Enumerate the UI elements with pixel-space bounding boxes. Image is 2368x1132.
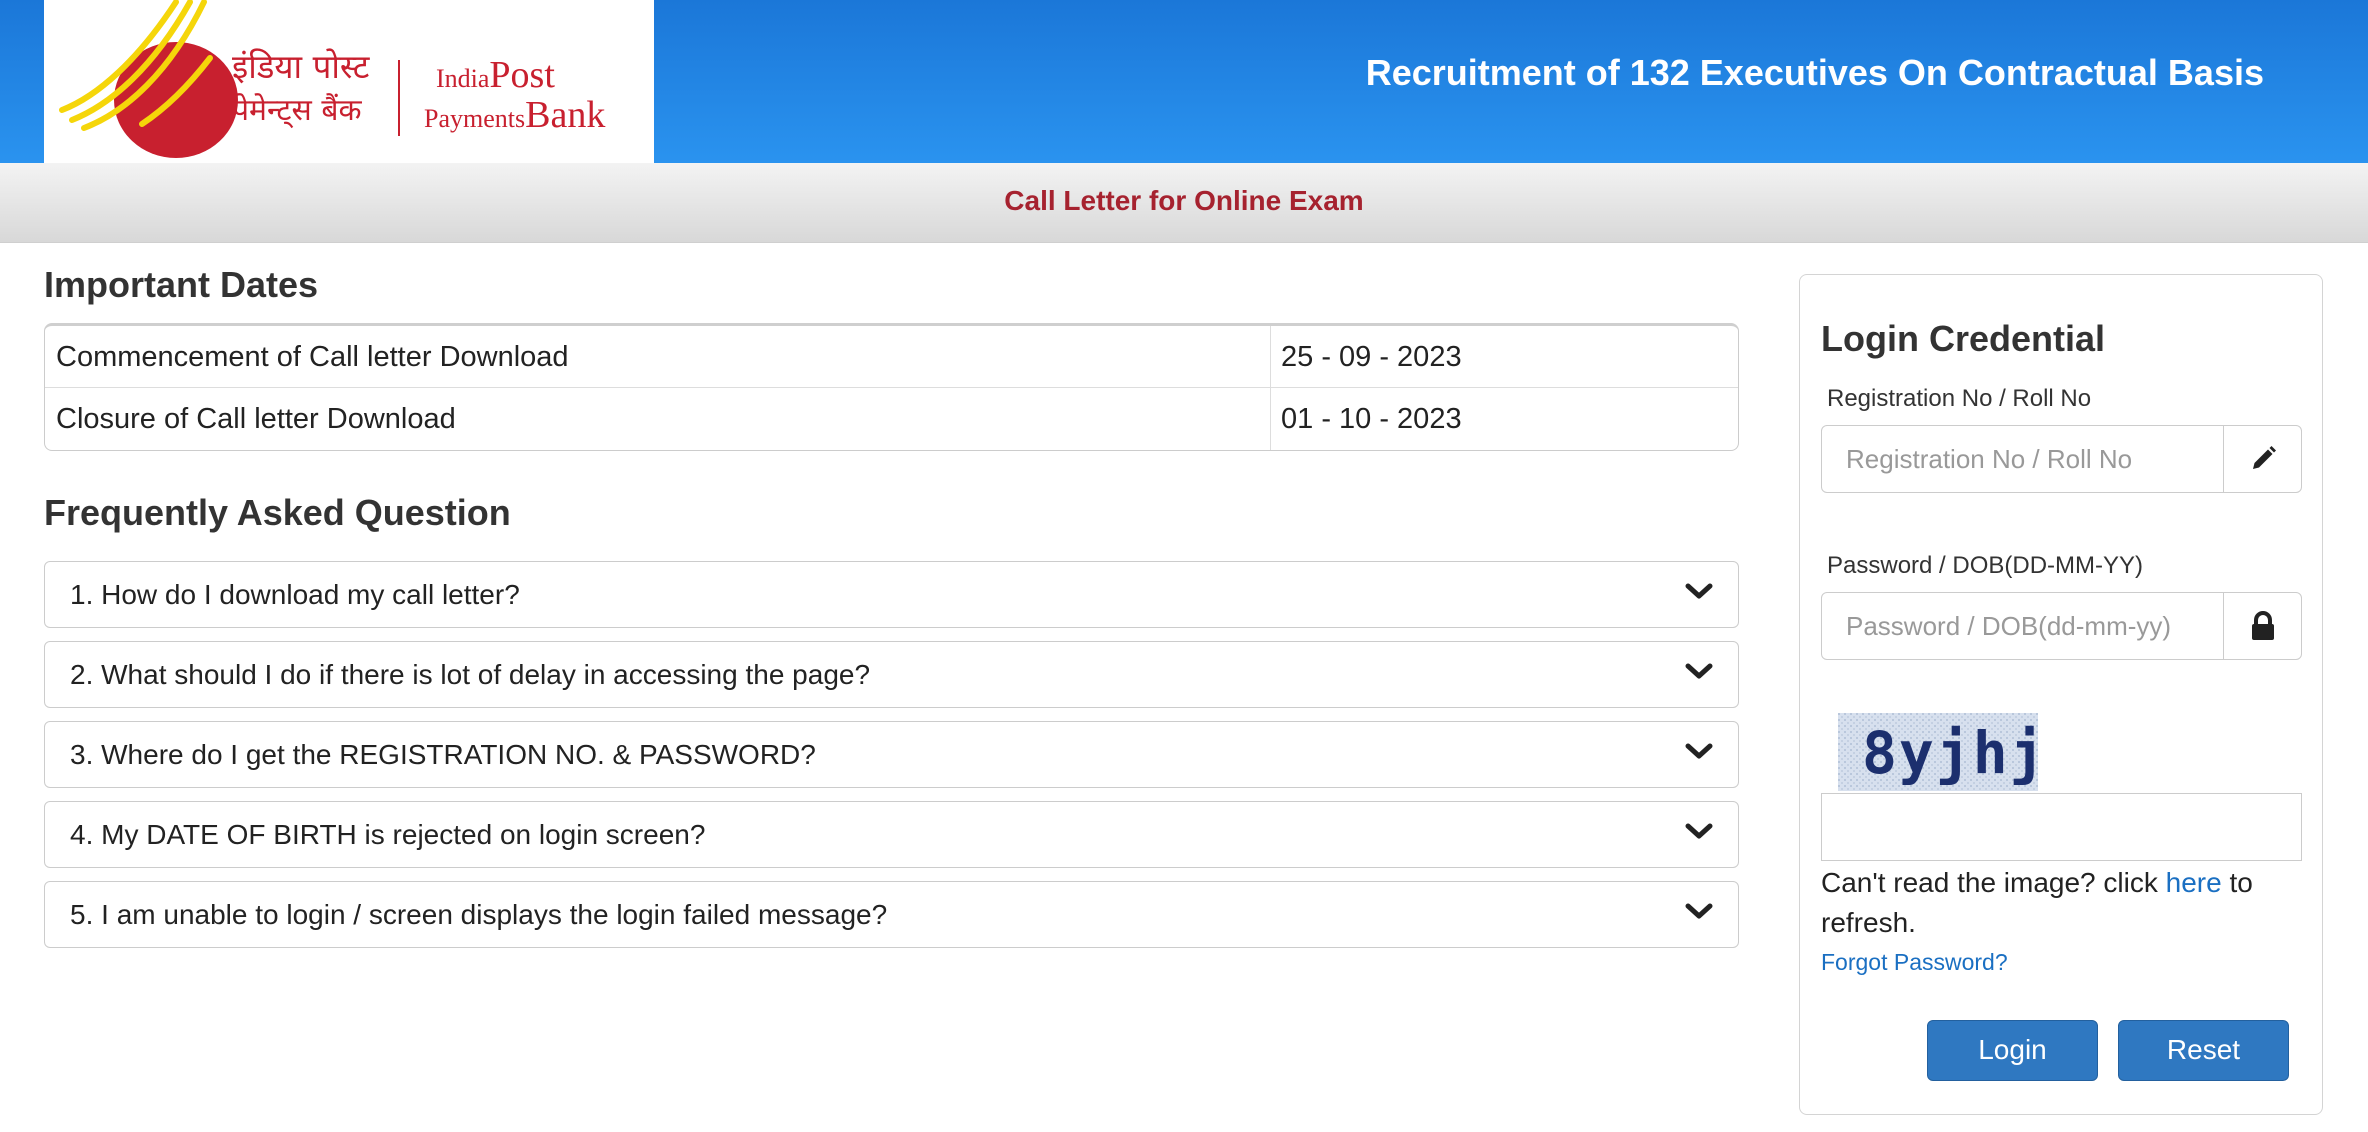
logo-hindi-line1: इंडिया पोस्ट <box>232 47 370 86</box>
faq-question: 3. Where do I get the REGISTRATION NO. &… <box>70 739 816 770</box>
faq-item-3[interactable]: 3. Where do I get the REGISTRATION NO. &… <box>44 721 1739 788</box>
captcha-image: 8yjhj <box>1838 713 2038 791</box>
faq-question: 1. How do I download my call letter? <box>70 579 520 610</box>
registration-input-group <box>1821 425 2302 493</box>
logo-english-line1: IndiaPost <box>436 54 555 96</box>
registration-input[interactable] <box>1822 426 2223 492</box>
password-input[interactable] <box>1822 593 2223 659</box>
date-label: Commencement of Call letter Download <box>45 326 1271 387</box>
chevron-down-icon[interactable] <box>1685 662 1713 682</box>
password-input-group <box>1821 592 2302 660</box>
page-title: Recruitment of 132 Executives On Contrac… <box>1365 52 2264 93</box>
subheader-title: Call Letter for Online Exam <box>1004 185 1364 216</box>
table-row: Commencement of Call letter Download 25 … <box>45 326 1738 388</box>
password-label: Password / DOB(DD-MM-YY) <box>1827 552 2144 579</box>
faq-heading: Frequently Asked Question <box>44 492 511 533</box>
reset-button[interactable]: Reset <box>2118 1020 2289 1081</box>
faq-item-4[interactable]: 4. My DATE OF BIRTH is rejected on login… <box>44 801 1739 868</box>
chevron-down-icon[interactable] <box>1685 822 1713 842</box>
ippb-logo[interactable]: इंडिया पोस्ट पेमेन्ट्स बैंक IndiaPost Pa… <box>44 0 654 163</box>
faq-item-5[interactable]: 5. I am unable to login / screen display… <box>44 881 1739 948</box>
faq-item-2[interactable]: 2. What should I do if there is lot of d… <box>44 641 1739 708</box>
table-row: Closure of Call letter Download 01 - 10 … <box>45 388 1738 450</box>
chevron-down-icon[interactable] <box>1685 742 1713 762</box>
site-header: इंडिया पोस्ट पेमेन्ट्स बैंक IndiaPost Pa… <box>0 0 2368 163</box>
faq-item-1[interactable]: 1. How do I download my call letter? <box>44 561 1739 628</box>
chevron-down-icon[interactable] <box>1685 582 1713 602</box>
logo-hindi-line2: पेमेन्ट्स बैंक <box>232 93 362 128</box>
captcha-refresh-text: Can't read the image? click here to refr… <box>1821 867 2253 938</box>
faq-question: 4. My DATE OF BIRTH is rejected on login… <box>70 819 706 850</box>
logo-separator <box>398 60 400 136</box>
captcha-text: 8yjhj <box>1862 719 2038 787</box>
login-panel: Login Credential Registration No / Roll … <box>1799 274 2323 1115</box>
important-dates-table: Commencement of Call letter Download 25 … <box>44 323 1739 451</box>
faq-question: 2. What should I do if there is lot of d… <box>70 659 871 690</box>
date-value: 01 - 10 - 2023 <box>1281 403 1462 435</box>
captcha-refresh-link[interactable]: here <box>2166 867 2222 898</box>
captcha-input[interactable] <box>1821 793 2302 861</box>
chevron-down-icon[interactable] <box>1685 902 1713 922</box>
login-button[interactable]: Login <box>1927 1020 2098 1081</box>
logo-english-line2: PaymentsBank <box>424 94 606 136</box>
forgot-password-link[interactable]: Forgot Password? <box>1821 949 2008 976</box>
login-title: Login Credential <box>1821 318 2106 359</box>
pencil-icon <box>2223 426 2301 492</box>
ippb-emblem-icon <box>59 0 238 158</box>
lock-icon <box>2223 593 2301 659</box>
faq-question: 5. I am unable to login / screen display… <box>70 899 888 930</box>
registration-label: Registration No / Roll No <box>1827 385 2092 412</box>
date-label: Closure of Call letter Download <box>45 388 1271 450</box>
date-value: 25 - 09 - 2023 <box>1281 341 1462 373</box>
subheader-bar: Call Letter for Online Exam <box>0 163 2368 243</box>
important-dates-heading: Important Dates <box>44 264 319 305</box>
